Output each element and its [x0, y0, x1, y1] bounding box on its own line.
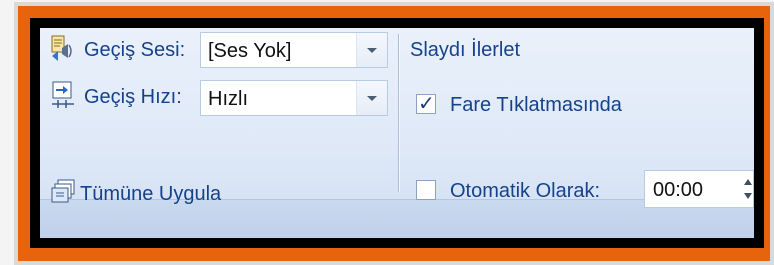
automatic-time-spinner[interactable]: 00:00	[644, 170, 754, 208]
checkmark-icon: ✓	[418, 91, 435, 115]
speed-select[interactable]: Hızlı	[200, 80, 388, 116]
chevron-down-icon[interactable]	[356, 33, 387, 67]
apply-all-button[interactable]: Tümüne Uygula	[48, 176, 278, 210]
on-click-label: Fare Tıklatmasında	[450, 94, 622, 116]
chevron-down-icon[interactable]	[356, 81, 387, 115]
on-click-option[interactable]: ✓ Fare Tıklatmasında	[410, 90, 650, 120]
apply-all-label: Tümüne Uygula	[80, 183, 222, 205]
automatic-time-value: 00:00	[653, 179, 704, 201]
speed-select-value: Hızlı	[208, 88, 248, 110]
speed-label: Geçiş Hızı:	[84, 86, 182, 108]
sound-select[interactable]: [Ses Yok]	[200, 32, 388, 68]
sound-label: Geçiş Sesi:	[84, 39, 186, 61]
sound-select-value: [Ses Yok]	[208, 40, 292, 62]
automatic-label: Otomatik Olarak:	[450, 180, 601, 202]
automatic-option[interactable]: Otomatik Olarak:	[410, 176, 640, 206]
speed-icon	[50, 80, 76, 115]
group-separator	[398, 34, 399, 192]
spin-up-icon[interactable]	[744, 179, 752, 185]
apply-all-icon	[50, 178, 78, 211]
sound-icon	[50, 34, 76, 67]
automatic-checkbox[interactable]	[416, 180, 436, 200]
ribbon-panel: Geçiş Sesi: [Ses Yok] Geçiş Hızı: Hızlı	[40, 28, 754, 238]
advance-group-title: Slaydı İlerlet	[410, 39, 521, 61]
on-click-checkbox[interactable]: ✓	[416, 91, 436, 115]
spin-down-icon[interactable]	[744, 193, 752, 199]
orange-frame: Geçiş Sesi: [Ses Yok] Geçiş Hızı: Hızlı	[18, 6, 770, 261]
black-border: Geçiş Sesi: [Ses Yok] Geçiş Hızı: Hızlı	[30, 18, 764, 248]
